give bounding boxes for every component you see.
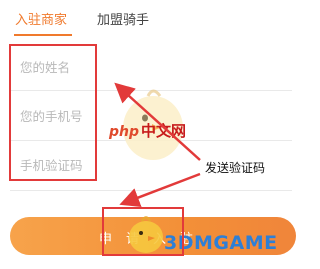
annotation-send-code: 发送验证码 — [205, 161, 266, 175]
arrow-to-fields — [114, 82, 201, 161]
annotation-arrows — [114, 82, 201, 207]
arrow-to-submit — [119, 172, 201, 207]
